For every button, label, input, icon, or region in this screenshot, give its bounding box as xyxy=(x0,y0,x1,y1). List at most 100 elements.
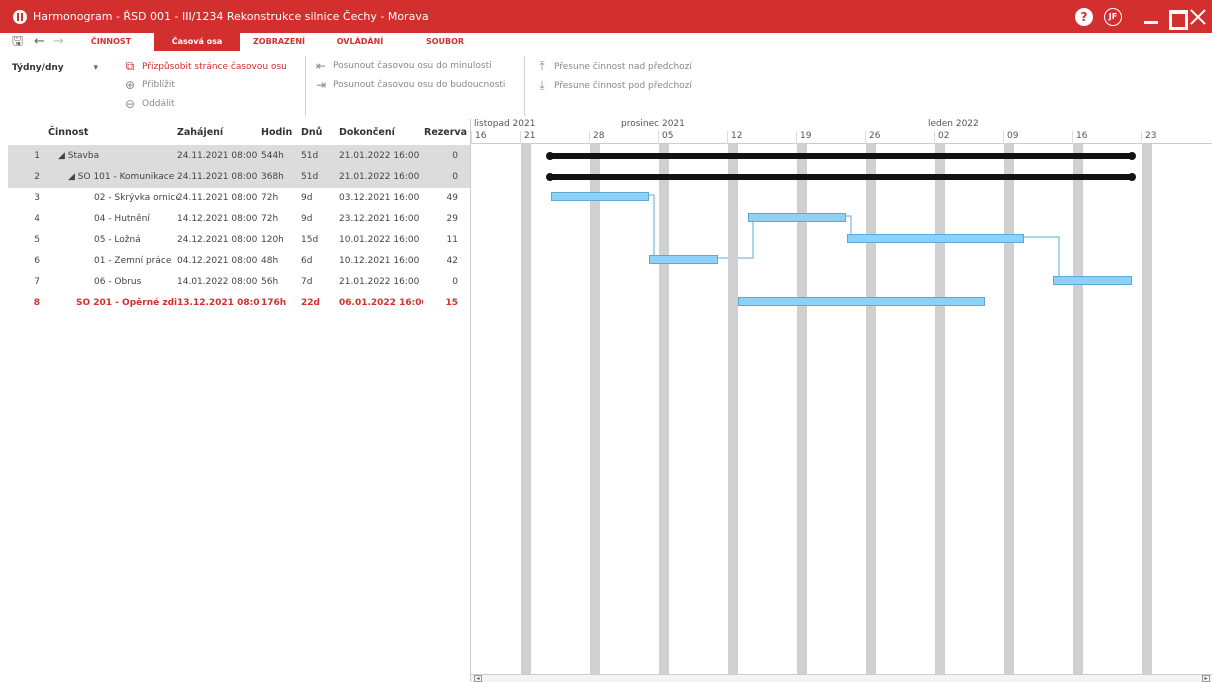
row-id: 8 xyxy=(33,298,40,308)
days-value: 15d xyxy=(301,235,319,245)
task-bar[interactable] xyxy=(551,192,649,201)
dependency-link xyxy=(1024,236,1060,279)
summary-bar[interactable] xyxy=(546,152,1136,160)
table-row[interactable]: 3 02 - Skrývka ornice 24.11.2021 08:00 72h 9… xyxy=(8,188,470,209)
summary-bar[interactable] xyxy=(546,173,1136,181)
table-row[interactable]: 6 01 - Zemní práce 04.12.2021 08:00 48h 6d 10… xyxy=(8,251,470,272)
hours-value: 72h xyxy=(261,214,279,224)
weekend-stripe xyxy=(797,144,807,674)
start-date: 24.11.2021 08:00 xyxy=(177,151,258,161)
zoom-in-label: Přiblížit xyxy=(142,80,175,90)
horizontal-scrollbar[interactable]: ◂ ▸ xyxy=(471,674,1212,682)
task-name: ◢ Stavba xyxy=(58,151,100,161)
days-value: 51d xyxy=(301,172,319,182)
start-date: 14.12.2021 08:00 xyxy=(177,214,258,224)
table-row[interactable]: 2 ◢ SO 101 - Komunikace 24.11.2021 08:00 36… xyxy=(8,167,470,188)
ribbon-panel: Týdny/dny ⧉ Přizpůsobit stránce časovou o… xyxy=(0,51,1212,119)
hours-value: 120h xyxy=(261,235,284,245)
zoom-in-button[interactable]: ⊕ Přiblížit xyxy=(122,78,175,92)
task-bar[interactable] xyxy=(847,234,1024,243)
arrow-up-icon: ⤒ xyxy=(539,59,545,73)
fit-timeline-button[interactable]: ⧉ Přizpůsobit stránce časovou osu xyxy=(122,59,287,74)
weekend-stripe xyxy=(590,144,600,674)
gantt-chart: listopad 2021 prosinec 2021 leden 2022 1… xyxy=(470,119,1212,682)
arrow-right-bar-icon: ⇥ xyxy=(315,78,327,92)
start-date: 13.12.2021 08:00 xyxy=(177,298,259,308)
save-icon[interactable]: 🖫 xyxy=(12,35,23,48)
move-down-button[interactable]: ⤓ Přesune činnost pod předchozí xyxy=(534,78,692,93)
col-header-slack[interactable]: Rezerva xyxy=(424,119,467,146)
task-name: 05 - Ložná xyxy=(94,235,141,245)
end-date: 10.12.2021 16:00 xyxy=(339,256,420,266)
week-label: 05 xyxy=(658,131,673,144)
col-header-name[interactable]: Činnost xyxy=(48,119,88,146)
tab-soubor[interactable]: SOUBOR xyxy=(416,33,474,51)
week-label: 21 xyxy=(520,131,535,144)
hours-value: 72h xyxy=(261,193,279,203)
close-icon[interactable] xyxy=(1188,7,1210,27)
fit-page-icon: ⧉ xyxy=(125,59,135,73)
table-row[interactable]: 7 06 - Obrus 14.01.2022 08:00 56h 7d 21.01.20… xyxy=(8,272,470,293)
row-id: 6 xyxy=(34,256,40,266)
scroll-left-icon[interactable]: ◂ xyxy=(474,675,482,682)
weekend-stripe xyxy=(728,144,738,674)
shift-past-label: Posunout časovou osu do minulosti xyxy=(333,61,492,71)
zoom-out-label: Oddálit xyxy=(142,99,175,109)
slack-value: 0 xyxy=(452,151,458,161)
move-up-button[interactable]: ⤒ Přesune činnost nad předchozí xyxy=(534,59,692,74)
start-date: 24.11.2021 08:00 xyxy=(177,193,258,203)
table-row[interactable]: 1 ◢ Stavba 24.11.2021 08:00 544h 51d 21.01.20… xyxy=(8,146,470,167)
col-header-end[interactable]: Dokončení xyxy=(339,119,395,146)
end-date: 21.01.2022 16:00 xyxy=(339,172,420,182)
week-label: 23 xyxy=(1141,131,1156,144)
user-avatar[interactable]: JF xyxy=(1104,8,1122,26)
col-header-days[interactable]: Dnů xyxy=(301,119,322,146)
start-date: 24.11.2021 08:00 xyxy=(177,172,258,182)
hours-value: 544h xyxy=(261,151,284,161)
scroll-right-icon[interactable]: ▸ xyxy=(1202,675,1210,682)
minimize-icon[interactable] xyxy=(1141,7,1163,27)
days-value: 9d xyxy=(301,214,313,224)
task-bar[interactable] xyxy=(748,213,846,222)
fit-timeline-label: Přizpůsobit stránce časovou osu xyxy=(142,61,287,72)
move-down-label: Přesune činnost pod předchozí xyxy=(554,80,692,91)
help-button[interactable]: ? xyxy=(1075,8,1093,26)
row-id: 1 xyxy=(34,151,40,161)
table-row[interactable]: 4 04 - Hutnění 14.12.2021 08:00 72h 9d 23.12.… xyxy=(8,209,470,230)
back-arrow-icon[interactable]: ← xyxy=(34,35,45,48)
shift-past-button[interactable]: ⇤ Posunout časovou osu do minulosti xyxy=(313,59,492,73)
arrow-left-bar-icon: ⇤ xyxy=(315,59,327,73)
shift-future-button[interactable]: ⇥ Posunout časovou osu do budoucnosti xyxy=(313,78,505,92)
week-label: 16 xyxy=(471,131,486,144)
tab-zobrazeni[interactable]: ZOBRAZENÍ xyxy=(246,33,312,51)
table-row[interactable]: 5 05 - Ložná 24.12.2021 08:00 120h 15d 10.01.… xyxy=(8,230,470,251)
days-value: 9d xyxy=(301,193,313,203)
row-id: 2 xyxy=(34,172,40,182)
week-label: 12 xyxy=(727,131,742,144)
week-label: 16 xyxy=(1072,131,1087,144)
maximize-icon[interactable] xyxy=(1165,7,1188,30)
ribbon-tabs: 🖫 ← → ČINNOST Časová osa ZOBRAZENÍ OVLÁD… xyxy=(0,33,1212,51)
hours-value: 176h xyxy=(261,298,287,308)
month-label: leden 2022 xyxy=(928,119,979,129)
zoom-out-button[interactable]: ⊖ Oddálit xyxy=(122,97,175,111)
row-id: 5 xyxy=(34,235,40,245)
ribbon-separator xyxy=(305,56,306,116)
col-header-hours[interactable]: Hodin xyxy=(261,119,292,146)
days-value: 6d xyxy=(301,256,313,266)
tab-casova-osa[interactable]: Časová osa xyxy=(154,33,240,51)
task-bar[interactable] xyxy=(1053,276,1132,285)
end-date: 03.12.2021 16:00 xyxy=(339,193,420,203)
slack-value: 11 xyxy=(446,235,458,245)
slack-value: 15 xyxy=(445,298,458,308)
forward-arrow-icon[interactable]: → xyxy=(53,35,64,48)
col-header-start[interactable]: Zahájení xyxy=(177,119,223,146)
tab-ovladani[interactable]: OVLÁDÁNÍ xyxy=(328,33,392,51)
row-id: 4 xyxy=(34,214,40,224)
task-bar[interactable] xyxy=(738,297,985,306)
time-scale-select[interactable]: Týdny/dny xyxy=(12,63,98,77)
slack-value: 0 xyxy=(452,277,458,287)
table-row[interactable]: 8 SO 201 - Opěrné zdi 13.12.2021 08:00 176h… xyxy=(8,293,470,314)
task-bar[interactable] xyxy=(649,255,718,264)
tab-cinnost[interactable]: ČINNOST xyxy=(80,33,142,51)
